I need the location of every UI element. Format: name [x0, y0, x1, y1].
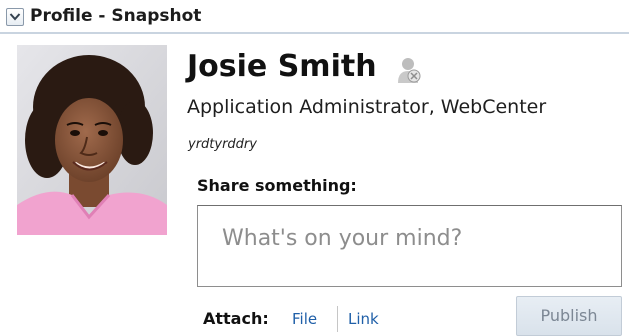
presence-offline-icon: [397, 56, 421, 84]
collapse-toggle-button[interactable]: [6, 8, 24, 26]
profile-job-title: Application Administrator, WebCenter: [187, 96, 547, 118]
person-photo-icon: [17, 45, 167, 235]
profile-status-message: yrdtyrddry: [188, 137, 257, 152]
share-label: Share something:: [197, 176, 357, 195]
panel-title: Profile - Snapshot: [30, 6, 202, 26]
panel-header: Profile - Snapshot: [0, 0, 629, 34]
avatar: [17, 45, 167, 235]
share-input[interactable]: [197, 205, 622, 287]
profile-name: Josie Smith: [187, 49, 377, 84]
attach-label: Attach:: [203, 309, 269, 328]
publish-button[interactable]: Publish: [516, 296, 622, 336]
chevron-down-icon: [9, 13, 21, 21]
attach-divider: [337, 306, 338, 332]
attach-file-link[interactable]: File: [292, 309, 317, 329]
attach-link-link[interactable]: Link: [348, 309, 379, 329]
